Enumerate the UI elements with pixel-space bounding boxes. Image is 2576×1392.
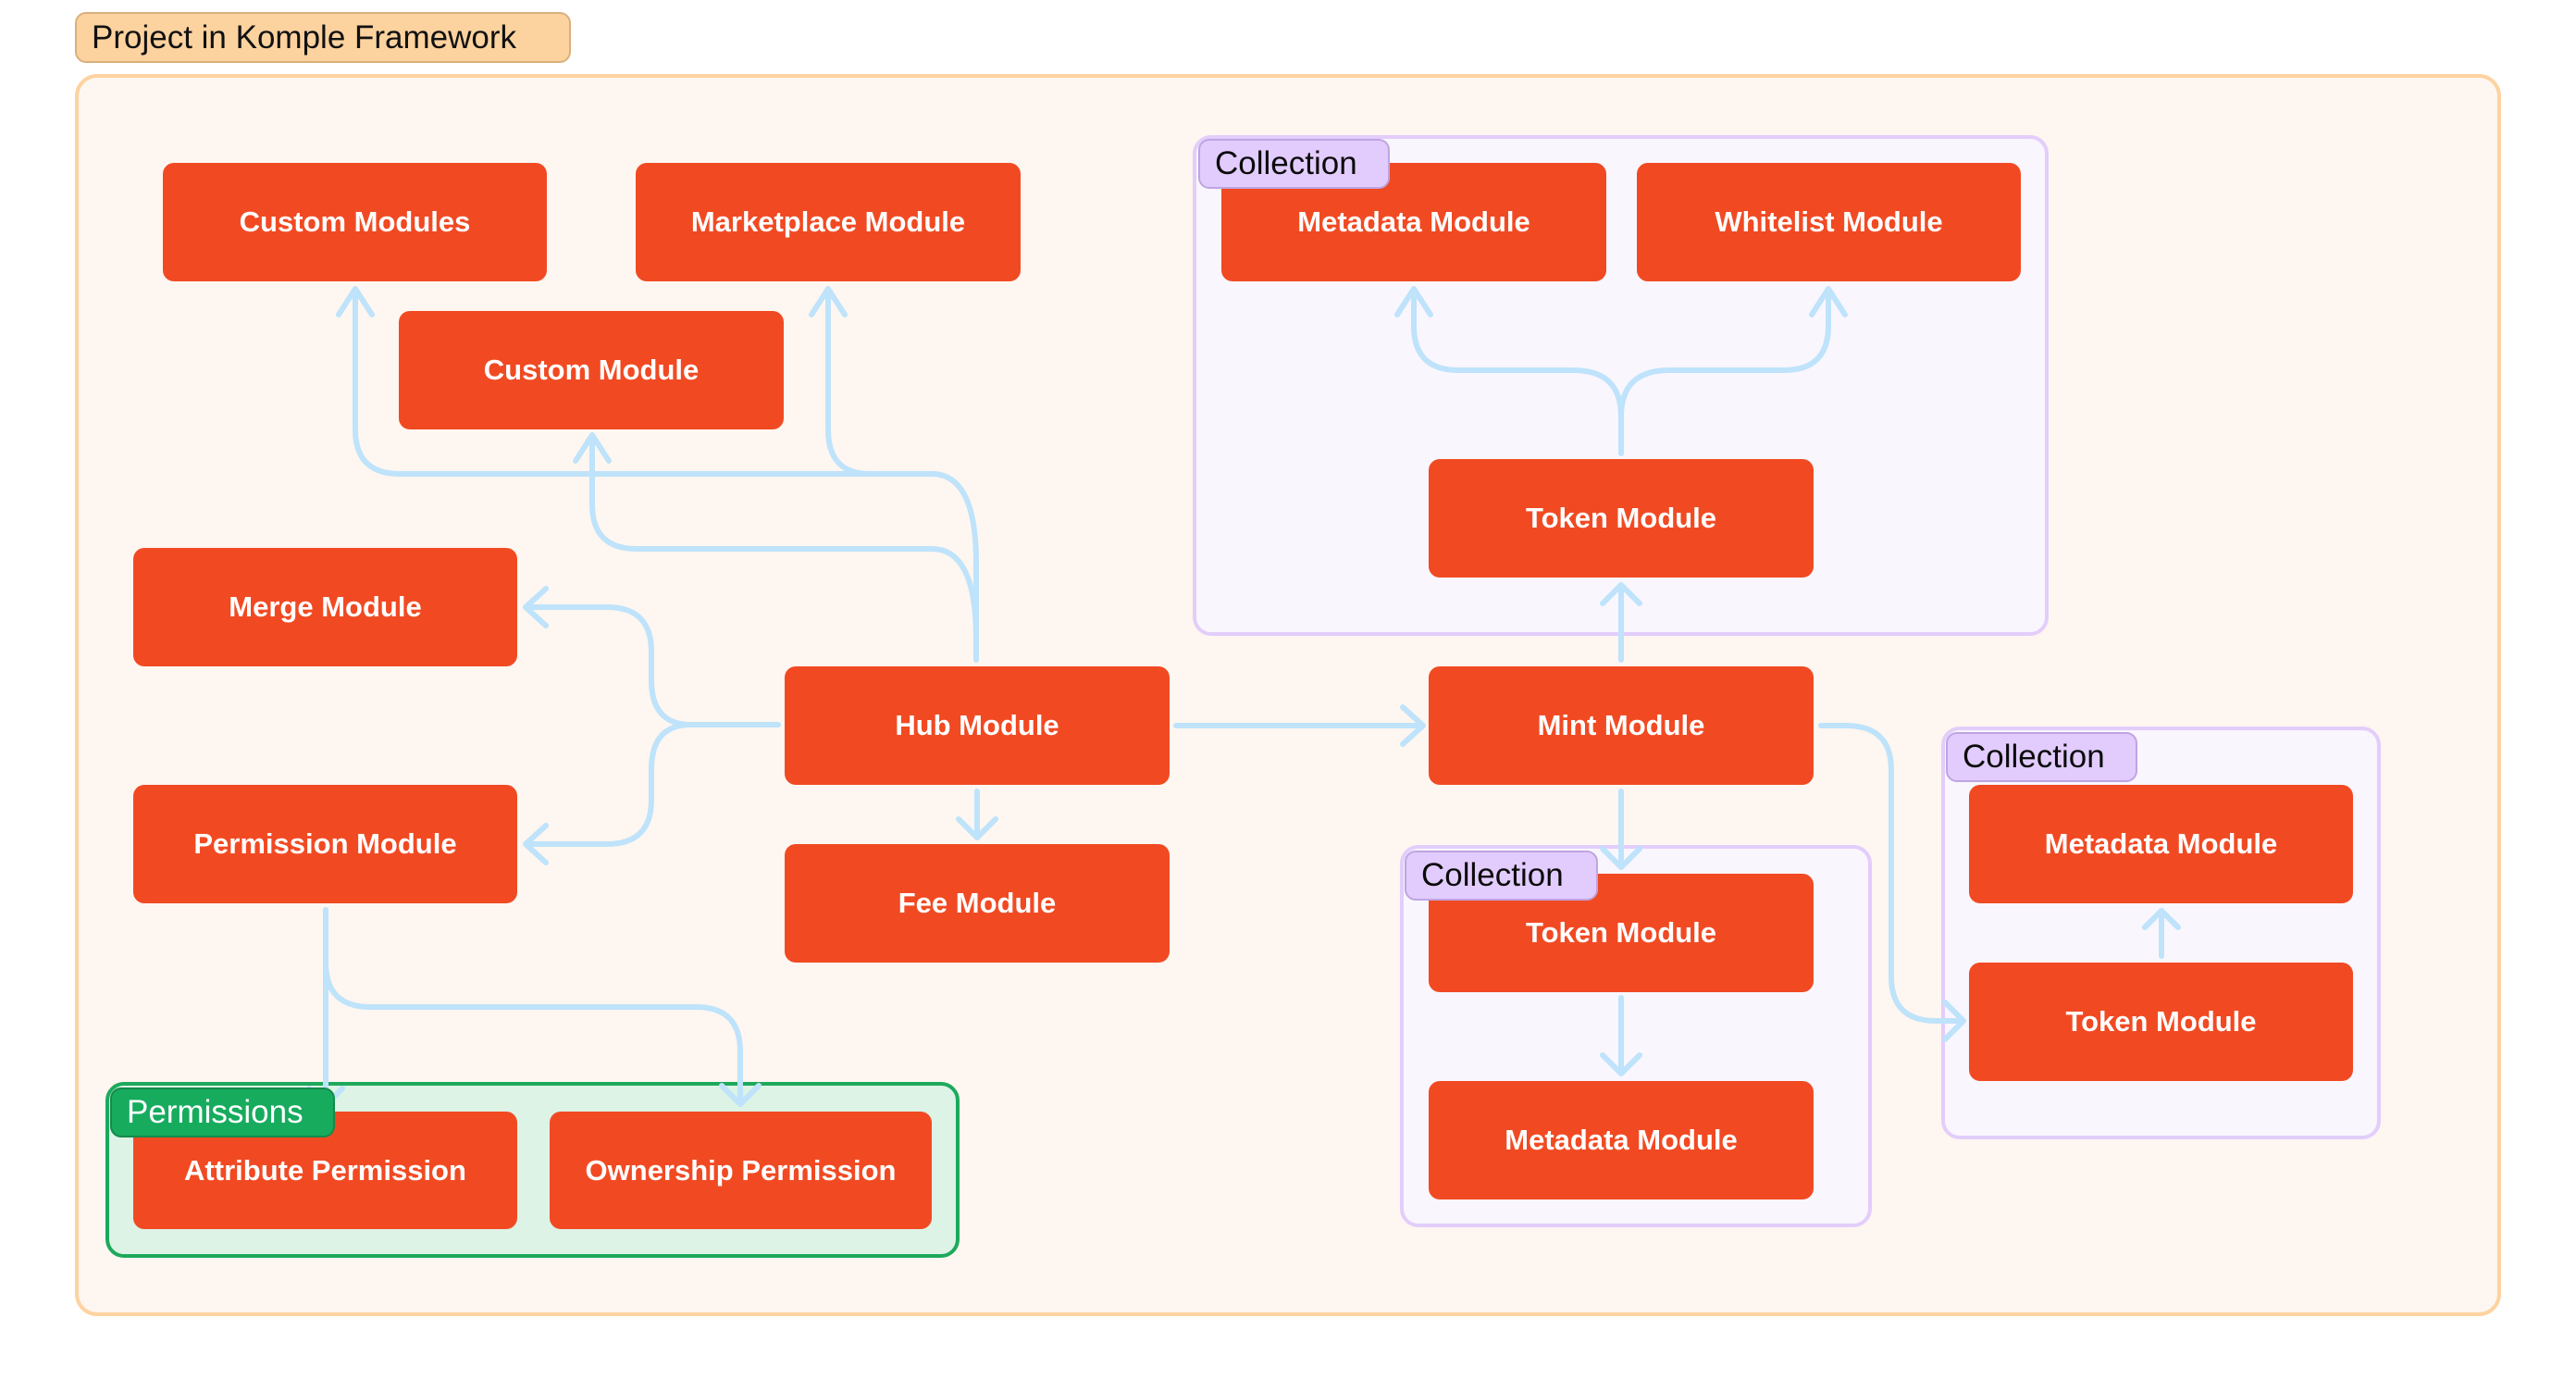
mint-module-node[interactable]: Mint Module [1429,666,1814,785]
collection-group-right-label: Collection [1946,732,2137,782]
col2-metadata-module-node[interactable]: Metadata Module [1429,1081,1814,1199]
col3-metadata-module-node[interactable]: Metadata Module [1969,785,2353,903]
custom-module-node[interactable]: Custom Module [399,311,784,429]
collection-group-top-label: Collection [1198,139,1390,189]
collection-group-middle-label: Collection [1405,851,1598,901]
col3-token-module-node[interactable]: Token Module [1969,963,2353,1081]
marketplace-module-node[interactable]: Marketplace Module [636,163,1021,281]
col1-token-module-node[interactable]: Token Module [1429,459,1814,578]
permissions-group-label: Permissions [110,1088,335,1137]
hub-module-node[interactable]: Hub Module [785,666,1170,785]
fee-module-node[interactable]: Fee Module [785,844,1170,963]
col1-whitelist-module-node[interactable]: Whitelist Module [1637,163,2021,281]
custom-modules-node[interactable]: Custom Modules [163,163,547,281]
diagram-title: Project in Komple Framework [75,12,571,63]
merge-module-node[interactable]: Merge Module [133,548,517,666]
ownership-permission-node[interactable]: Ownership Permission [550,1112,932,1229]
permission-module-node[interactable]: Permission Module [133,785,517,903]
